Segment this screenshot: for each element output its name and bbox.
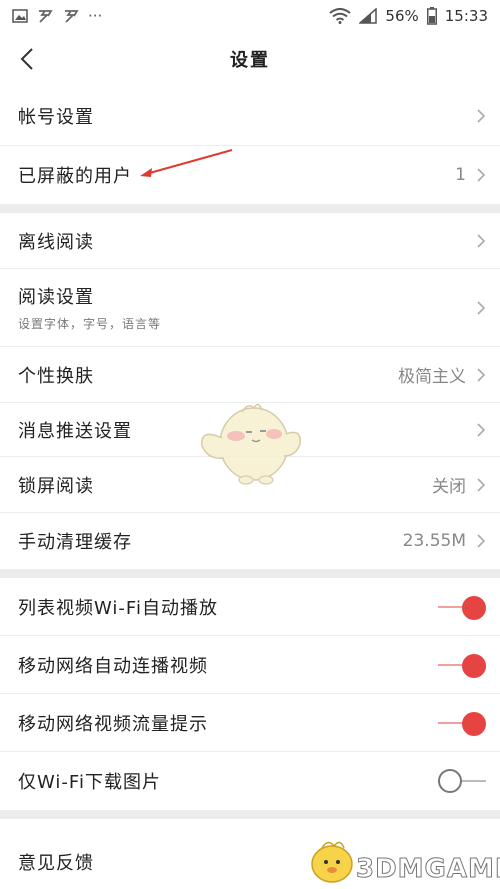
section-divider	[0, 569, 500, 578]
wifi-images-only-row: 仅Wi-Fi下载图片	[0, 752, 500, 810]
mobile-traffic-row: 移动网络视频流量提示	[0, 694, 500, 752]
mobile-autoplay-toggle[interactable]	[438, 652, 486, 678]
chevron-right-icon	[477, 233, 486, 248]
blocked-users-label: 已屏蔽的用户	[18, 166, 132, 187]
battery-icon	[426, 7, 437, 25]
site-watermark-text: 3DMGAME	[356, 854, 500, 885]
gallery-icon	[12, 9, 28, 23]
mobile-traffic-label: 移动网络视频流量提示	[18, 713, 208, 735]
push-settings-label: 消息推送设置	[18, 420, 132, 442]
top-nav: 设置	[0, 32, 500, 86]
chevron-right-icon	[477, 108, 486, 123]
chevron-right-icon	[477, 300, 486, 315]
blocked-users-count: 1	[455, 165, 466, 185]
personal-skin-row[interactable]: 个性换肤 极简主义	[0, 347, 500, 403]
blocked-users-row[interactable]: 已屏蔽的用户 1	[0, 146, 500, 204]
chevron-right-icon	[477, 534, 486, 548]
personal-skin-label: 个性换肤	[18, 365, 94, 387]
mobile-traffic-toggle[interactable]	[438, 710, 486, 736]
wifi-images-only-label: 仅Wi-Fi下载图片	[18, 772, 161, 793]
more-notifications-icon: ···	[88, 7, 103, 25]
back-button[interactable]	[12, 44, 42, 74]
chevron-right-icon	[477, 477, 486, 492]
status-bar: ··· 56% 15:33	[0, 0, 500, 32]
cache-size-value: 23.55M	[402, 531, 466, 551]
app-notification-icon-2	[62, 8, 80, 24]
section-divider	[0, 204, 500, 213]
clock: 15:33	[444, 7, 488, 25]
mobile-autoplay-row: 移动网络自动连播视频	[0, 636, 500, 694]
wifi-autoplay-row: 列表视频Wi-Fi自动播放	[0, 578, 500, 636]
signal-icon	[359, 8, 378, 24]
account-settings-row[interactable]: 帐号设置	[0, 86, 500, 146]
page-title: 设置	[230, 50, 270, 71]
lock-screen-reading-value: 关闭	[432, 477, 466, 497]
wifi-images-only-toggle[interactable]	[438, 768, 486, 794]
mascot-watermark-icon	[201, 403, 301, 485]
account-settings-label: 帐号设置	[18, 106, 94, 128]
section-divider	[0, 810, 500, 819]
app-notification-icon	[36, 8, 54, 24]
chevron-right-icon	[477, 168, 486, 182]
reading-settings-row[interactable]: 阅读设置 设置字体，字号，语言等	[0, 269, 500, 347]
chevron-right-icon	[477, 367, 486, 382]
lock-screen-reading-label: 锁屏阅读	[18, 475, 94, 497]
personal-skin-value: 极简主义	[398, 367, 466, 387]
reading-settings-label: 阅读设置	[18, 287, 94, 308]
video-section: 列表视频Wi-Fi自动播放 移动网络自动连播视频 移动网络视频流量提示 仅Wi-…	[0, 578, 500, 810]
reading-section: 离线阅读 阅读设置 设置字体，字号，语言等 个性换肤 极简主义 消息推送设置 锁…	[0, 213, 500, 569]
clear-cache-row[interactable]: 手动清理缓存 23.55M	[0, 513, 500, 569]
wifi-icon	[329, 8, 352, 24]
site-watermark: 3DMGAME	[300, 832, 500, 889]
clear-cache-label: 手动清理缓存	[18, 532, 132, 553]
chevron-right-icon	[477, 422, 486, 437]
feedback-label: 意见反馈	[18, 853, 94, 874]
back-arrow-icon	[20, 48, 33, 70]
wifi-autoplay-toggle[interactable]	[438, 594, 486, 620]
battery-percent: 56%	[385, 7, 419, 25]
offline-reading-row[interactable]: 离线阅读	[0, 213, 500, 269]
wifi-autoplay-label: 列表视频Wi-Fi自动播放	[18, 597, 218, 619]
reading-settings-subtitle: 设置字体，字号，语言等	[18, 317, 162, 331]
offline-reading-label: 离线阅读	[18, 231, 94, 253]
annotation-arrow-icon	[140, 149, 233, 177]
account-section: 帐号设置 已屏蔽的用户 1	[0, 86, 500, 204]
mobile-autoplay-label: 移动网络自动连播视频	[18, 655, 208, 677]
